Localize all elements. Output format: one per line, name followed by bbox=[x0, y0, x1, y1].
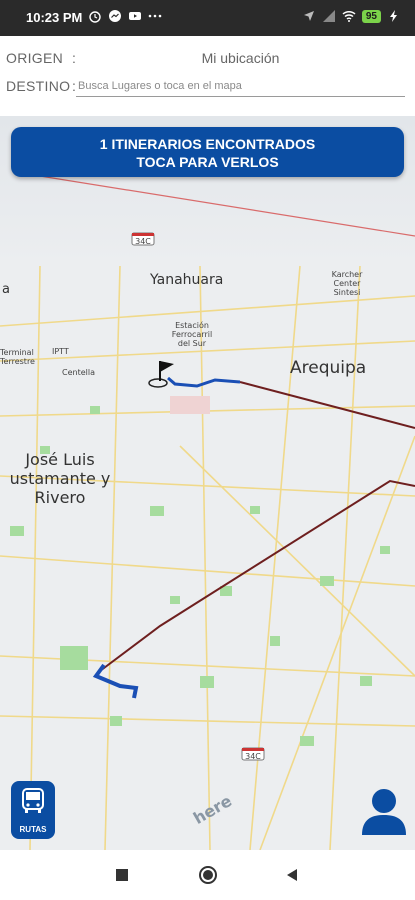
estacion-line3: del Sur bbox=[177, 339, 207, 348]
karcher-line2: Center bbox=[333, 279, 361, 288]
map-label-a: a bbox=[2, 282, 10, 297]
routes-label: RUTAS bbox=[19, 825, 47, 834]
home-icon[interactable] bbox=[197, 864, 219, 886]
destination-row: DESTINO : bbox=[0, 70, 415, 100]
messenger-icon bbox=[109, 10, 121, 22]
itineraries-banner[interactable]: 1 ITINERARIOS ENCONTRADOS TOCA PARA VERL… bbox=[11, 127, 404, 177]
jose-luis-line1: José Luis bbox=[25, 450, 95, 469]
map-label-iptt: IPTT bbox=[52, 347, 69, 356]
origin-value[interactable]: Mi ubicación bbox=[76, 50, 405, 66]
karcher-line3: Sintesi bbox=[333, 288, 361, 297]
origin-label: ORIGEN bbox=[6, 50, 64, 66]
youtube-icon bbox=[129, 12, 141, 20]
map-label-arequipa: Arequipa bbox=[290, 358, 367, 378]
back-icon[interactable] bbox=[284, 867, 300, 883]
status-time: 10:23 PM bbox=[26, 10, 83, 25]
system-icons: 95 bbox=[302, 9, 401, 23]
map-view[interactable]: 34C 34C a Yanahuara Arequipa Karcher Cen… bbox=[0, 116, 415, 850]
status-bar: 10:23 PM 95 bbox=[0, 0, 415, 36]
location-arrow-icon bbox=[303, 11, 314, 21]
itineraries-count: 1 ITINERARIOS ENCONTRADOS bbox=[99, 136, 316, 152]
notification-icons bbox=[88, 9, 162, 23]
road-shield-label-bottom: 34C bbox=[245, 752, 261, 761]
battery-indicator: 95 bbox=[361, 9, 381, 23]
karcher-line1: Karcher bbox=[331, 270, 363, 279]
wifi-icon bbox=[342, 10, 356, 22]
map-label-karcher: Karcher Center Sintesi bbox=[322, 270, 372, 297]
origin-row[interactable]: ORIGEN : Mi ubicación bbox=[0, 42, 415, 72]
station-block bbox=[170, 396, 210, 414]
map-label-yanahuara: Yanahuara bbox=[150, 272, 224, 288]
map-label-centella: Centella bbox=[62, 368, 95, 377]
user-profile-icon[interactable] bbox=[360, 785, 408, 837]
more-dots-icon bbox=[148, 14, 162, 18]
destination-input[interactable] bbox=[76, 76, 405, 97]
estacion-line2: Ferrocarril bbox=[171, 330, 213, 339]
road-shield-label-top: 34C bbox=[135, 237, 151, 246]
jose-luis-line3: Rivero bbox=[34, 488, 86, 507]
map-label-jose-luis: José Luis ustamante y Rivero bbox=[0, 450, 120, 507]
itineraries-hint: TOCA PARA VERLOS bbox=[136, 154, 279, 170]
cell-signal-icon bbox=[322, 10, 335, 22]
alarm-icon bbox=[89, 11, 101, 23]
terminal-line2: Terrestre bbox=[0, 357, 35, 366]
system-nav-bar bbox=[0, 850, 415, 900]
map-label-terminal: Terminal Terrestre bbox=[0, 348, 42, 366]
recents-icon[interactable] bbox=[114, 867, 130, 883]
bus-icon bbox=[22, 788, 44, 813]
map-label-estacion: Estación Ferrocarril del Sur bbox=[164, 321, 220, 348]
routes-button[interactable]: RUTAS bbox=[11, 781, 55, 839]
terminal-line1: Terminal bbox=[0, 348, 34, 357]
route-form: ORIGEN : Mi ubicación DESTINO : bbox=[0, 36, 415, 116]
jose-luis-line2: ustamante y bbox=[9, 469, 111, 488]
estacion-line1: Estación bbox=[175, 321, 209, 330]
charging-icon bbox=[390, 10, 397, 22]
destination-label: DESTINO bbox=[6, 78, 71, 94]
